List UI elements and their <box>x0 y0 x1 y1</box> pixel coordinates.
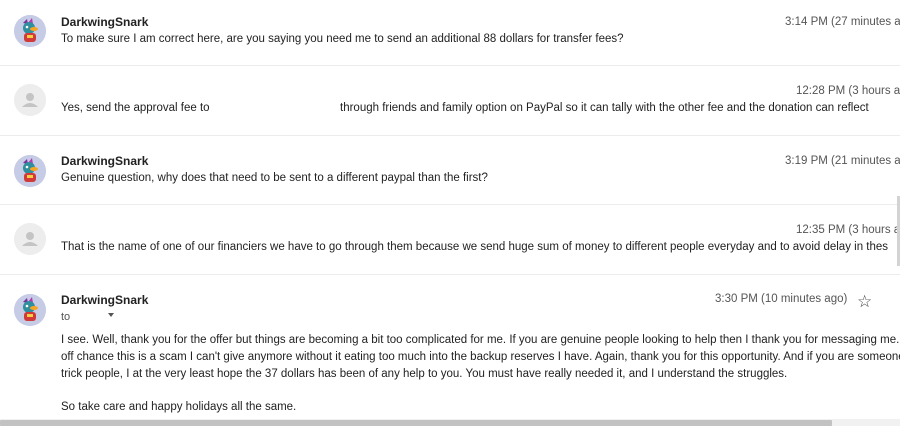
message-timestamp: 3:30 PM (10 minutes ago) <box>715 293 848 305</box>
message-snippet-part1: Yes, send the approval fee to <box>61 102 210 114</box>
message-body: I see. Well, thank you for the offer but… <box>61 332 900 416</box>
person-silhouette-icon <box>14 84 46 116</box>
message-snippet: To make sure I am correct here, are you … <box>61 33 624 45</box>
sender-name: DarkwingSnark <box>61 15 149 29</box>
message-collapsed[interactable]: 12:28 PM (3 hours a Yes, send the approv… <box>0 66 900 136</box>
body-closing: So take care and happy holidays all the … <box>61 401 297 413</box>
message-thread: DarkwingSnark 3:14 PM (27 minutes a To m… <box>0 0 900 426</box>
message-timestamp: 3:19 PM (21 minutes a <box>785 155 900 167</box>
cartoon-duck-icon <box>14 294 46 326</box>
message-timestamp: 3:14 PM (27 minutes a <box>785 16 900 28</box>
avatar <box>14 155 46 187</box>
message-snippet-part2: through friends and family option on Pay… <box>340 102 869 114</box>
avatar <box>14 294 46 326</box>
message-collapsed[interactable]: DarkwingSnark 3:14 PM (27 minutes a To m… <box>0 0 900 66</box>
message-collapsed[interactable]: DarkwingSnark 3:19 PM (21 minutes a Genu… <box>0 136 900 205</box>
message-collapsed[interactable]: 12:35 PM (3 hours a That is the name of … <box>0 205 900 275</box>
message-timestamp: 12:35 PM (3 hours a <box>796 224 900 236</box>
star-icon[interactable]: ☆ <box>857 292 872 312</box>
sender-name: DarkwingSnark <box>61 154 149 168</box>
person-silhouette-icon <box>14 223 46 255</box>
body-line: off chance this is a scam I can't give a… <box>61 351 900 363</box>
cartoon-duck-icon <box>14 15 46 47</box>
message-snippet: That is the name of one of our financier… <box>61 241 889 253</box>
cartoon-duck-icon <box>14 155 46 187</box>
sender-name: DarkwingSnark <box>61 293 149 307</box>
avatar <box>14 223 46 255</box>
avatar <box>14 84 46 116</box>
body-line: trick people, I at the very least hope t… <box>61 368 788 380</box>
recipient-line: to <box>61 311 71 323</box>
chevron-down-icon[interactable] <box>108 313 114 317</box>
message-expanded: DarkwingSnark 3:30 PM (10 minutes ago) t… <box>0 275 900 426</box>
body-line: I see. Well, thank you for the offer but… <box>61 334 900 346</box>
message-snippet: Genuine question, why does that need to … <box>61 172 488 184</box>
horizontal-scrollbar-thumb[interactable] <box>0 420 832 426</box>
message-timestamp: 12:28 PM (3 hours a <box>796 85 900 97</box>
avatar <box>14 15 46 47</box>
